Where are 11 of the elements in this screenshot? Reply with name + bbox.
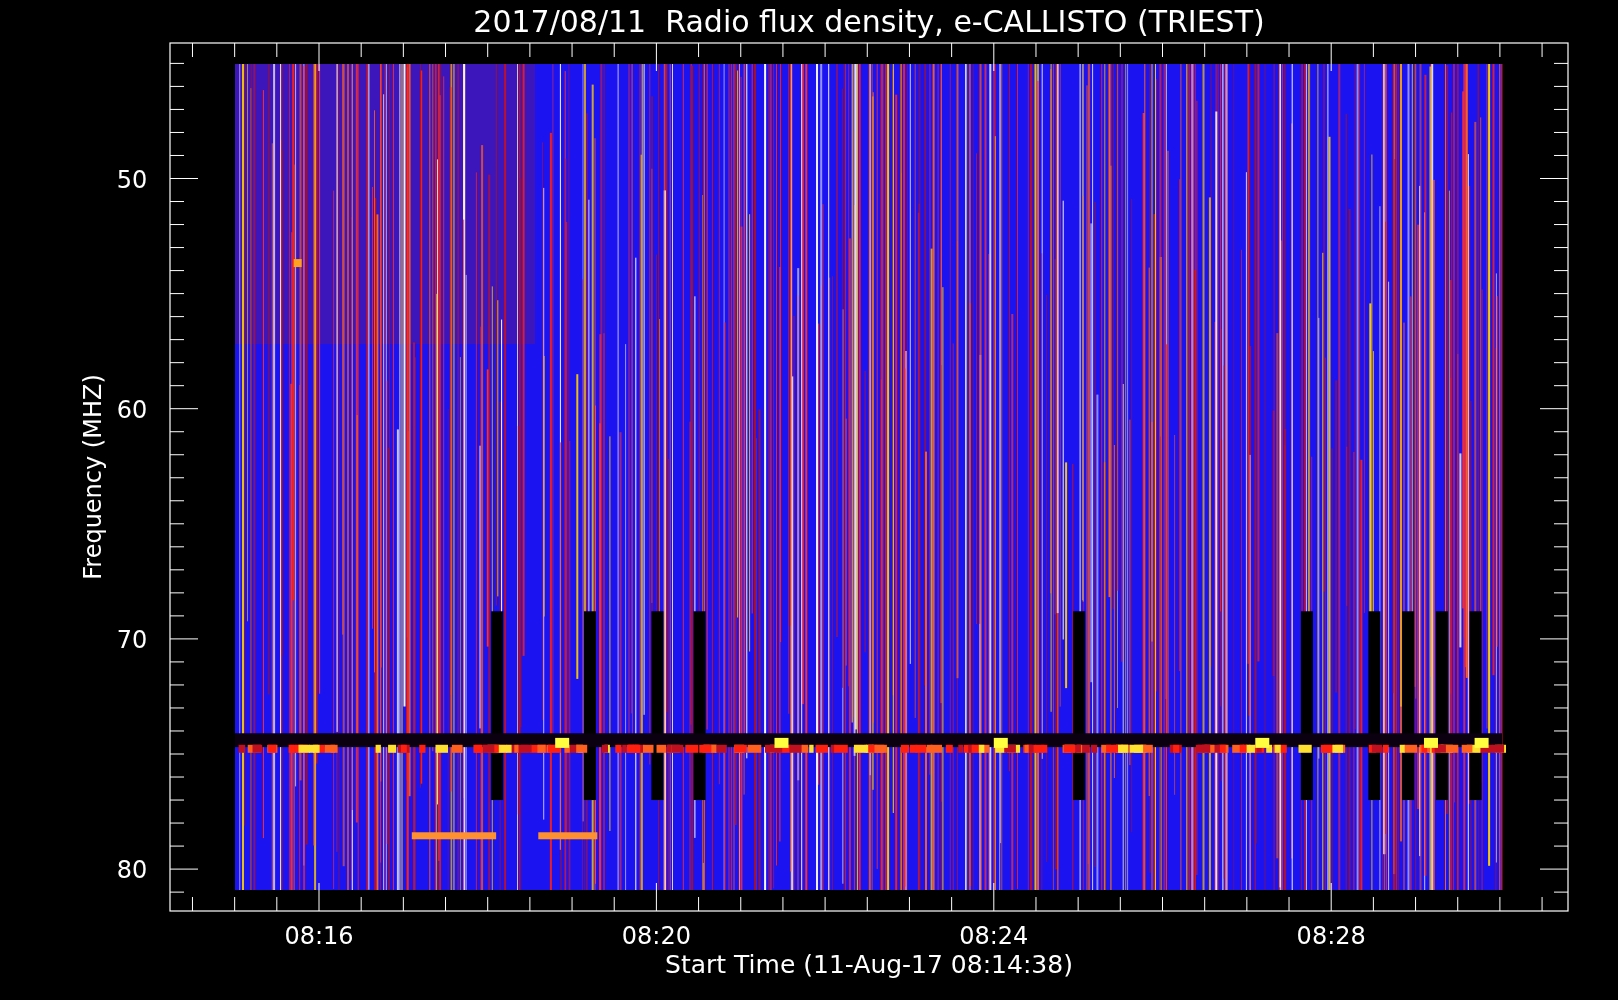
x-axis-label: Start Time (11-Aug-17 08:14:38) <box>665 950 1073 979</box>
chart-title: 2017/08/11 Radio flux density, e-CALLISTO (TRIEST) <box>473 4 1265 39</box>
x-tick-label: 08:28 <box>1296 922 1366 950</box>
x-tick-label: 08:20 <box>621 922 691 950</box>
x-tick-label: 08:24 <box>959 922 1029 950</box>
x-tick-label: 08:16 <box>284 922 354 950</box>
y-tick-label: 80 <box>116 856 148 885</box>
y-tick-label: 50 <box>116 165 148 194</box>
y-tick-label: 70 <box>116 625 148 654</box>
y-axis-label: Frequency (MHZ) <box>79 374 107 580</box>
y-tick-label: 60 <box>116 395 148 424</box>
